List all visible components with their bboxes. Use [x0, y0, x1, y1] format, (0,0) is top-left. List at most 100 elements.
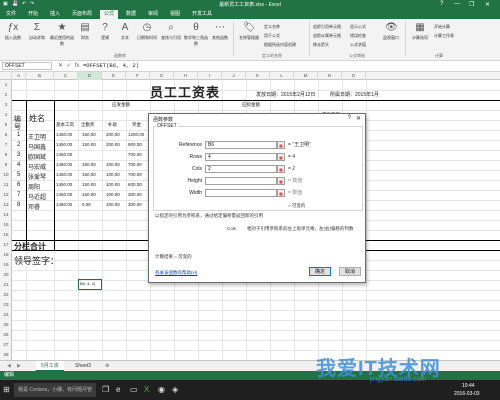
name-manager-button[interactable]: 🏷 名称管理器	[237, 22, 261, 41]
ok-button[interactable]: 确定	[309, 267, 331, 276]
math-button[interactable]: θ 数学和三角函数	[184, 22, 208, 47]
row-header[interactable]: 14	[0, 210, 12, 220]
col-header[interactable]: H	[174, 72, 198, 80]
calc-options-button[interactable]: ▦ 计算选项	[409, 22, 431, 41]
edge-icon[interactable]: e	[116, 385, 120, 394]
select-all-corner[interactable]	[0, 72, 12, 80]
row-header[interactable]: 20	[0, 270, 12, 280]
tab-home[interactable]: 开始	[24, 10, 42, 19]
row-header[interactable]: 25	[0, 320, 12, 330]
insert-function-button[interactable]: ƒx 插入函数	[2, 22, 24, 41]
lookup-button[interactable]: ⌕ 查找与引用	[160, 22, 182, 41]
row-header[interactable]: 1	[0, 80, 12, 90]
row-header[interactable]: 8	[0, 150, 12, 160]
show-formulas-button[interactable]: 显示公式	[350, 24, 366, 30]
autosum-button[interactable]: Σ 自动求和	[26, 22, 48, 41]
col-header[interactable]: C	[54, 72, 78, 80]
rows-input[interactable]: 4	[205, 153, 277, 161]
tab-review[interactable]: 审阅	[144, 10, 162, 19]
calc-now-button[interactable]: 开始计算	[434, 24, 450, 30]
cancel-icon[interactable]: ✕	[58, 63, 63, 69]
function-help-link[interactable]: 有关该函数的帮助(H)	[155, 270, 197, 276]
minimize-button[interactable]: —	[454, 1, 460, 7]
sheet-tab-sheet3[interactable]: Sheet3	[70, 361, 96, 371]
active-cell-edit[interactable]: B6, 4, 2)	[78, 279, 102, 290]
row-header[interactable]: 6	[0, 130, 12, 140]
use-in-formula-button[interactable]: 用于公式	[264, 33, 280, 39]
define-name-button[interactable]: 定义名称	[264, 24, 280, 30]
col-header[interactable]: L	[270, 72, 294, 80]
task-view-icon[interactable]: ❐	[102, 385, 109, 394]
sheet-tab-may[interactable]: 5月工资	[36, 361, 64, 371]
calc-sheet-button[interactable]: 计算工作表	[434, 33, 454, 39]
row-header[interactable]: 19	[0, 260, 12, 270]
row-header[interactable]: 22	[0, 290, 12, 300]
row-header[interactable]: 15	[0, 220, 12, 230]
help-icon[interactable]: ?	[440, 1, 443, 7]
collapse-dialog-icon[interactable]: ▦	[277, 177, 285, 185]
row-header[interactable]: 2	[0, 90, 12, 100]
app-icon[interactable]: ◉	[158, 385, 165, 394]
col-header[interactable]: E	[102, 72, 126, 80]
row-header[interactable]: 7	[0, 140, 12, 150]
row-header[interactable]: 5	[0, 120, 12, 130]
row-header[interactable]: 12	[0, 190, 12, 200]
row-header[interactable]: 28	[0, 350, 12, 360]
row-header[interactable]: 21	[0, 280, 12, 290]
cortana-search-box[interactable]: 我是 Cortana，小娜。有问题尽管问我。	[14, 383, 96, 397]
trace-precedents-button[interactable]: 追踪引用单元格	[313, 24, 341, 30]
row-header[interactable]: 24	[0, 310, 12, 320]
col-header[interactable]: J	[222, 72, 246, 80]
width-input[interactable]	[205, 189, 277, 197]
tab-developer[interactable]: 开发工具	[188, 10, 216, 19]
tab-view[interactable]: 视图	[166, 10, 184, 19]
next-sheet-icon[interactable]: ▶	[12, 361, 26, 371]
tab-file[interactable]: 文件	[2, 10, 20, 19]
financial-button[interactable]: ▤ 财务	[76, 22, 94, 41]
other-functions-button[interactable]: ⋯ 其他函数	[210, 22, 230, 41]
formula-input[interactable]: =OFFSET(B6, 4, 2)	[83, 62, 496, 70]
watch-window-button[interactable]: 👁 监视窗口	[380, 22, 402, 41]
collapse-dialog-icon[interactable]: ▦	[277, 141, 285, 149]
row-header[interactable]: 3	[0, 100, 12, 110]
name-box[interactable]: OFFSET	[2, 62, 52, 70]
col-header[interactable]: F	[126, 72, 150, 80]
app-icon[interactable]: ◈	[172, 385, 178, 394]
col-header[interactable]: G	[150, 72, 174, 80]
error-check-button[interactable]: 错误检查	[350, 33, 366, 39]
windows-start-icon[interactable]: ⊞	[3, 385, 10, 394]
collapse-dialog-icon[interactable]: ▦	[277, 153, 285, 161]
dialog-close-button[interactable]: ✕	[356, 115, 361, 122]
logical-button[interactable]: ? 逻辑	[96, 22, 114, 41]
col-header[interactable]: B	[26, 72, 54, 80]
add-sheet-icon[interactable]: ⊕	[100, 361, 114, 371]
help-icon[interactable]: ?	[348, 115, 351, 121]
row-header[interactable]: 27	[0, 340, 12, 350]
trace-dependents-button[interactable]: 追踪从属单元格	[313, 33, 341, 39]
restore-button[interactable]: ❐	[469, 1, 474, 8]
row-header[interactable]: 16	[0, 230, 12, 240]
cols-input[interactable]: 2	[205, 165, 277, 173]
cancel-button[interactable]: 取消	[339, 267, 361, 276]
row-header[interactable]: 4	[0, 110, 12, 120]
fx-icon[interactable]: fx	[75, 63, 80, 69]
col-header[interactable]: A	[12, 72, 26, 80]
row-header[interactable]: 11	[0, 180, 12, 190]
datetime-button[interactable]: ◷ 日期和时间	[136, 22, 158, 41]
height-input[interactable]	[205, 177, 277, 185]
col-header[interactable]: I	[198, 72, 222, 80]
col-header[interactable]: O	[342, 72, 366, 80]
row-header[interactable]: 9	[0, 160, 12, 170]
close-button[interactable]: ✕	[485, 1, 490, 8]
col-header[interactable]: M	[294, 72, 318, 80]
row-header[interactable]: 23	[0, 300, 12, 310]
tab-data[interactable]: 数据	[122, 10, 140, 19]
tab-insert[interactable]: 插入	[46, 10, 64, 19]
explorer-icon[interactable]: ▭	[130, 385, 138, 394]
create-from-selection-button[interactable]: 根据所选内容创建	[264, 42, 296, 48]
col-header[interactable]: D	[78, 72, 102, 80]
row-header[interactable]: 17	[0, 240, 12, 250]
remove-arrows-button[interactable]: 移去箭头	[313, 42, 329, 48]
reference-input[interactable]: B6	[205, 141, 277, 149]
row-header[interactable]: 26	[0, 330, 12, 340]
